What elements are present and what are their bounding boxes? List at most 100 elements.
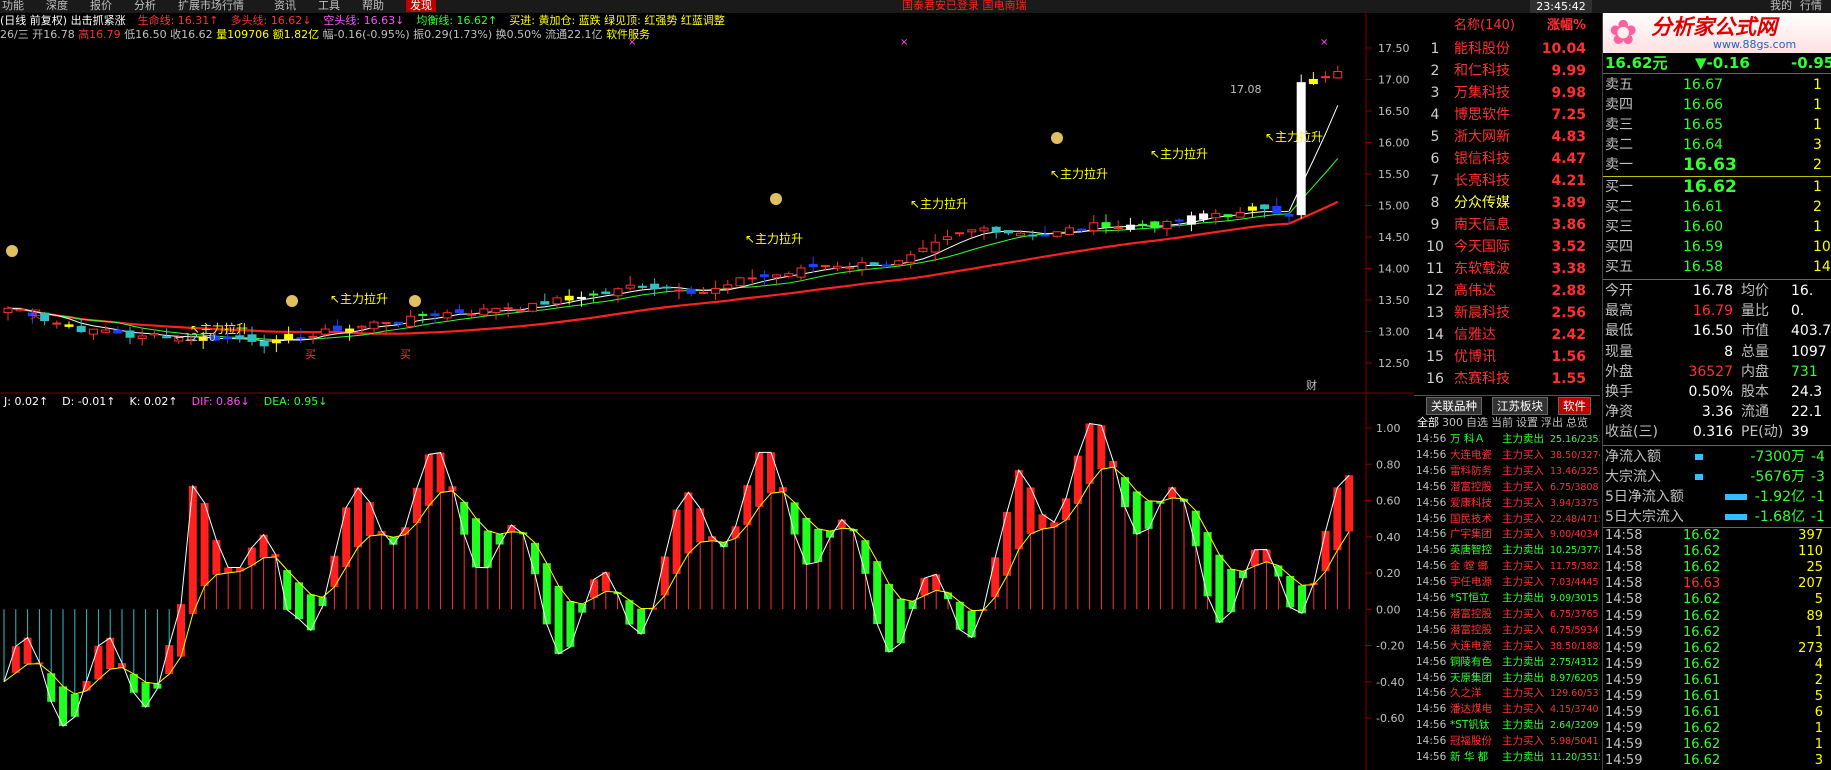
tape-row[interactable]: 14:56 *ST钒钛 主力卖出 2.64/3209 — [1416, 718, 1600, 733]
tape-row[interactable]: 14:56 雷科防务 主力买入 13.46/3253 — [1416, 464, 1600, 479]
price-tick-3: 16.00 — [1378, 137, 1410, 150]
tape-row[interactable]: 14:56 潜富控股 主力买入 6.75/3808 — [1416, 480, 1600, 495]
ranking-row[interactable]: 9 南天信息 3.86 — [1418, 214, 1598, 236]
tab-0[interactable]: 关联品种 — [1426, 397, 1482, 415]
ranking-row[interactable]: 2 和仁科技 9.99 — [1418, 60, 1598, 82]
flow-label: 5日净流入额 — [1605, 489, 1684, 505]
tape-row[interactable]: 14:56 铜陵有色 主力卖出 2.75/4312 — [1416, 655, 1600, 670]
legend_line2-item-1: 高16.79 — [78, 28, 125, 41]
tape-row[interactable]: 14:56 国民技术 主力买入 22.48/4715 — [1416, 512, 1600, 527]
subtab-4[interactable]: 设置 — [1516, 416, 1538, 429]
price-tick-4: 15.50 — [1378, 168, 1410, 181]
stat-label: 换手 — [1605, 384, 1633, 400]
rank-name: 东软载波 — [1454, 261, 1510, 277]
buy-label: 买 — [30, 308, 41, 321]
tape-row[interactable]: 14:56 潘达煤电 主力买入 4.15/3740 — [1416, 702, 1600, 717]
macd-legend: J: 0.02↑ D: -0.01↑ K: 0.02↑ DIF: 0.86↓ DEA: … — [4, 395, 341, 409]
tape-action: 主力买入 — [1502, 607, 1544, 620]
tape-row[interactable]: 14:56 久之洋 主力买入 129.60/537 — [1416, 686, 1600, 701]
tape-row[interactable]: 14:56 *ST恒立 主力卖出 9.09/3015 — [1416, 591, 1600, 606]
subtab-0[interactable]: 全部 — [1417, 416, 1439, 429]
ranking-row[interactable]: 10 今天国际 3.52 — [1418, 236, 1598, 258]
quote-summary-line: 26/三 开16.78 高16.79 低16.50 收16.62 量109706… — [0, 28, 650, 42]
rank-name: 新晨科技 — [1454, 305, 1510, 321]
menu-item-4[interactable]: 扩展市场行情 — [178, 0, 244, 12]
tape-row[interactable]: 14:56 爱康科技 主力买入 3.94/3375 — [1416, 496, 1600, 511]
tick-volume: 2 — [1814, 672, 1823, 688]
ranking-row[interactable]: 13 新晨科技 2.56 — [1418, 302, 1598, 324]
ranking-row[interactable]: 12 高伟达 2.88 — [1418, 280, 1598, 302]
tape-row[interactable]: 14:56 潜富控股 主力买入 6.75/5934 — [1416, 623, 1600, 638]
tape-row[interactable]: 14:56 冠福股份 主力买入 5.98/5041 — [1416, 734, 1600, 749]
tick-price: 16.62 — [1683, 544, 1721, 560]
tick-price: 16.62 — [1683, 656, 1721, 672]
tape-row[interactable]: 14:56 金 螳 螂主力买入 11.75/3823 — [1416, 559, 1600, 574]
subtab-5[interactable]: 浮出 — [1541, 416, 1563, 429]
window-button-0[interactable]: 我的 — [1770, 0, 1792, 12]
ranking-row[interactable]: 14 信雅达 2.42 — [1418, 324, 1598, 346]
candle — [820, 264, 830, 267]
menu-item-3[interactable]: 分析 — [134, 0, 156, 12]
tape-time: 14:56 — [1416, 719, 1447, 732]
candle — [796, 267, 806, 278]
rank-pct: 1.55 — [1551, 371, 1586, 387]
chart-area[interactable]: 17.50 17.00 16.50 16.00 15.50 15.00 14.50 14.00… — [0, 13, 1414, 770]
kdj-bar — [342, 507, 351, 568]
tape-time: 14:56 — [1416, 703, 1447, 716]
tape-row[interactable]: 14:56 大连电瓷 主力买入 38.50/1885 — [1416, 639, 1600, 654]
ranking-row[interactable]: 6 银信科技 4.47 — [1418, 148, 1598, 170]
tape-row[interactable]: 14:56 潜富控股 主力买入 6.75/3765 — [1416, 607, 1600, 622]
subtab-3[interactable]: 当前 — [1491, 416, 1513, 429]
tab-2[interactable]: 软件 — [1558, 397, 1591, 415]
kdj-bar — [200, 503, 209, 587]
ranking-row[interactable]: 16 杰赛科技 1.55 — [1418, 368, 1598, 390]
kdj-bar — [1227, 569, 1236, 613]
menu-item-8[interactable]: 发现 — [406, 0, 436, 12]
tape-row[interactable]: 14:56 天原集团 主力卖出 8.97/6205 — [1416, 671, 1600, 686]
subtab-6[interactable]: 总览 — [1566, 416, 1588, 429]
main-trade-tape[interactable]: 14:56 万 科Ａ 主力卖出 25.16/2353 14:56 大连电瓷 主力买入 38.5… — [1414, 432, 1600, 770]
legend_line2-item-5: 软件服务 — [606, 28, 651, 41]
tape-row[interactable]: 14:56 大连电瓷 主力买入 38.50/3274 — [1416, 448, 1600, 463]
subtab-2[interactable]: 自选 — [1466, 416, 1488, 429]
tape-row[interactable]: 14:56 新 华 都 主力卖出 11.20/3515 — [1416, 750, 1600, 765]
window-button-1[interactable]: 行情 — [1800, 0, 1822, 12]
high-price-label: 17.08 — [1230, 83, 1262, 96]
tape-action: 主力买入 — [1502, 639, 1544, 652]
ranking-row[interactable]: 3 万集科技 9.98 — [1418, 82, 1598, 104]
tape-value: 7.03/4445 — [1550, 577, 1599, 589]
ranking-header: 名称(140) 涨幅% — [1418, 16, 1598, 36]
menu-item-6[interactable]: 工具 — [318, 0, 340, 12]
candle — [1040, 234, 1050, 237]
price-tick-8: 13.50 — [1378, 294, 1410, 307]
menu-item-1[interactable]: 深度 — [46, 0, 68, 12]
kdj-bar — [1050, 522, 1059, 528]
kdj-bar — [684, 492, 693, 554]
tape-time: 14:56 — [1416, 607, 1447, 620]
tab-1[interactable]: 江苏板块 — [1492, 397, 1548, 415]
ranking-row[interactable]: 5 浙大网新 4.83 — [1418, 126, 1598, 148]
kdj-bar — [365, 502, 374, 536]
ranking-row[interactable]: 4 博思软件 7.25 — [1418, 104, 1598, 126]
subtab-1[interactable]: 300 — [1442, 416, 1463, 429]
ranking-row[interactable]: 11 东软载波 3.38 — [1418, 258, 1598, 280]
tape-row[interactable]: 14:56 广宇集团 主力买入 9.00/4034 — [1416, 527, 1600, 542]
kdj-bar — [542, 563, 551, 625]
tape-row[interactable]: 14:56 英唐智控 主力卖出 10.25/3778 — [1416, 543, 1600, 558]
menu-item-5[interactable]: 资讯 — [274, 0, 296, 12]
ranking-row[interactable]: 1 能科股份 10.04 — [1418, 38, 1598, 60]
kdj-bar — [1121, 477, 1129, 508]
kdj-bar — [212, 540, 221, 575]
tape-row[interactable]: 14:56 万 科Ａ 主力卖出 25.16/2353 — [1416, 432, 1600, 447]
stat-value: 16.79 — [1692, 303, 1733, 320]
menu-item-7[interactable]: 帮助 — [362, 0, 384, 12]
menu-item-2[interactable]: 报价 — [90, 0, 112, 12]
rank-name: 杰赛科技 — [1454, 371, 1510, 387]
ranking-row[interactable]: 15 优博讯 1.56 — [1418, 346, 1598, 368]
tick-volume: 3 — [1814, 753, 1823, 769]
tape-row[interactable]: 14:56 宇任电源 主力买入 7.03/4445 — [1416, 575, 1600, 590]
ranking-row[interactable]: 7 长亮科技 4.21 — [1418, 170, 1598, 192]
rank-pct: 3.89 — [1551, 195, 1586, 211]
menu-item-0[interactable]: 功能 — [2, 0, 24, 12]
ranking-row[interactable]: 8 分众传媒 3.89 — [1418, 192, 1598, 214]
